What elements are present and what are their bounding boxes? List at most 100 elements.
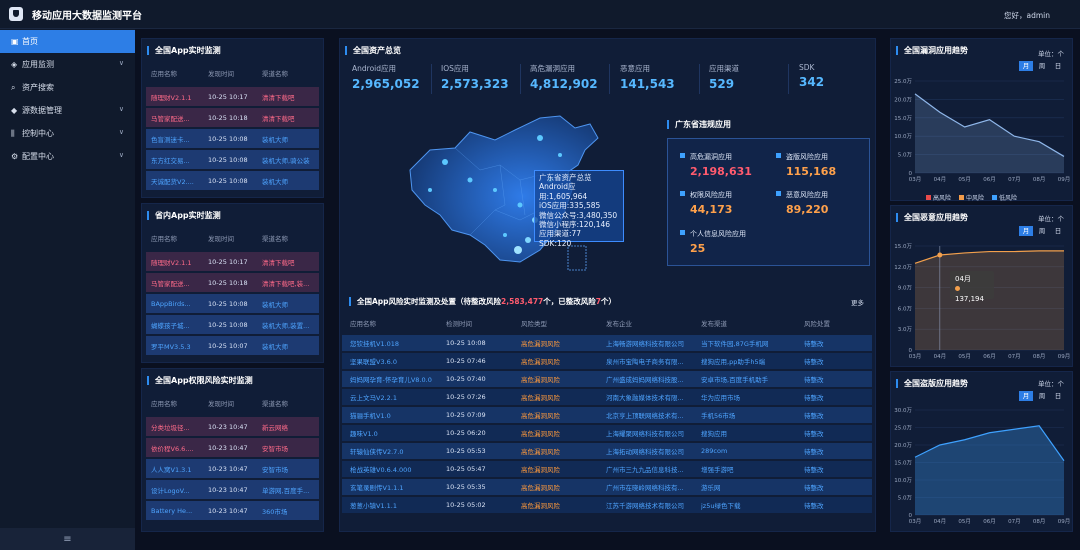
unit-label: 单位：个 bbox=[1038, 50, 1064, 58]
x-tick-label: 09月 bbox=[1058, 353, 1070, 360]
week-button[interactable]: 周 bbox=[1035, 226, 1049, 236]
risk-status[interactable]: 待整改 bbox=[804, 500, 864, 510]
week-button[interactable]: 周 bbox=[1035, 391, 1049, 401]
column-header: 应用名称 bbox=[350, 320, 376, 328]
menu-collapse-icon[interactable]: ≡ bbox=[0, 528, 135, 550]
month-button[interactable]: 月 bbox=[1019, 61, 1033, 71]
risk-status[interactable]: 待整改 bbox=[804, 482, 864, 492]
chevron-down-icon: ∨ bbox=[118, 105, 124, 113]
table-row[interactable]: 天诚配货V2.... 10-25 10:08 装机大师 bbox=[146, 171, 319, 190]
app-name: 设计LogoV... bbox=[151, 486, 190, 495]
sidebar-item-control-center[interactable]: ⫼ 控制中心 ∨ bbox=[0, 122, 135, 145]
day-button[interactable]: 日 bbox=[1051, 391, 1065, 401]
found-time: 10-23 10:47 bbox=[207, 443, 248, 452]
user-greeting[interactable]: 您好，admin bbox=[1004, 10, 1050, 21]
table-row[interactable]: 坚果联盟V3.6.0 10-25 07:46 高危漏洞风险 泉州市宝陶电子商务有限..… bbox=[342, 353, 872, 369]
found-time: 10-23 10:47 bbox=[207, 485, 248, 494]
stat-value: 4,812,902 bbox=[530, 77, 598, 91]
table-row[interactable]: 色盲测迷卡... 10-25 10:08 装机大师 bbox=[146, 129, 319, 148]
table-row[interactable]: 趣味V1.0 10-25 06:20 高危漏洞风险 上海耀聚网络科技有限公司 搜狗应用 待… bbox=[342, 425, 872, 441]
unit-label: 单位：个 bbox=[1038, 380, 1064, 388]
table-row[interactable]: 马管家配送... 10-25 10:18 清清下载吧,装... bbox=[146, 273, 319, 292]
x-tick-label: 03月 bbox=[909, 353, 922, 360]
stat-value: 342 bbox=[799, 75, 825, 89]
risk-status[interactable]: 待整改 bbox=[804, 338, 864, 348]
sidebar-item-source-data[interactable]: ◆ 源数据管理 ∨ bbox=[0, 99, 135, 122]
risk-status[interactable]: 待整改 bbox=[804, 356, 864, 366]
gd-value: 25 bbox=[690, 242, 706, 255]
table-row[interactable]: 随理财V2.1.1 10-25 10:17 清清下载吧 bbox=[146, 87, 319, 106]
database-icon: ◆ bbox=[11, 106, 18, 115]
table-row[interactable]: 人人窝V1.3.1 10-23 10:47 安智市场 bbox=[146, 459, 319, 478]
pirated-trend-chart[interactable]: 05.0万10.0万15.0万20.0万25.0万30.0万03月 04月 05月 0… bbox=[893, 404, 1070, 529]
table-row[interactable]: Battery He... 10-23 10:47 360市场 bbox=[146, 501, 319, 520]
column-header: 风险类型 bbox=[521, 320, 547, 328]
panel-title: 全国App权限风险实时监测 bbox=[147, 376, 253, 385]
publish-channel: 安卓市场,百度手机助手 bbox=[701, 376, 769, 384]
table-row[interactable]: 轩辕仙侠传V2.7.0 10-25 05:53 高危漏洞风险 上海拓动网络科技有限公司… bbox=[342, 443, 872, 459]
gd-pirated: 盗版风险应用 115,168 bbox=[776, 152, 836, 178]
channel-name: 装机大师 bbox=[262, 135, 289, 144]
vuln-trend-chart[interactable]: 05.0万10.0万15.0万20.0万25.0万03月 04月 05月 06月 07月… bbox=[893, 75, 1070, 187]
table-row[interactable]: 东方红交易... 10-25 10:08 装机大师,骑公装 bbox=[146, 150, 319, 169]
app-name: 随理财V2.1.1 bbox=[151, 93, 192, 102]
tooltip-line: iOS应用:335,585 bbox=[539, 201, 601, 211]
table-row[interactable]: 马管家配送... 10-25 10:18 清清下载吧 bbox=[146, 108, 319, 127]
pending-count: 2,583,477 bbox=[501, 297, 544, 306]
table-row[interactable]: 云上文马V2.2.1 10-25 07:26 高危漏洞风险 河南大象融媒体技术有限..… bbox=[342, 389, 872, 405]
table-row[interactable]: 您钦挂机V1.018 10-25 10:08 高危漏洞风险 上海畅游网络科技有限公司 当… bbox=[342, 335, 872, 351]
channel-name: 新云网络 bbox=[262, 423, 289, 432]
table-row[interactable]: 玄笔录剧传V1.1.1 10-25 05:35 高危漏洞风险 广州市在晓岭网络科技有.… bbox=[342, 479, 872, 495]
table-row[interactable]: 依价程V6.6.... 10-23 10:47 安智市场 bbox=[146, 438, 319, 457]
sidebar-item-config-center[interactable]: ⚙ 配置中心 ∨ bbox=[0, 145, 135, 168]
check-time: 10-25 07:46 bbox=[446, 357, 486, 365]
app-name: Battery He... bbox=[151, 506, 193, 515]
found-time: 10-25 10:17 bbox=[207, 257, 248, 266]
channel-name: 装机大师 bbox=[262, 177, 289, 186]
day-button[interactable]: 日 bbox=[1051, 226, 1065, 236]
risk-status[interactable]: 待整改 bbox=[804, 374, 864, 384]
stat-label: Android应用 bbox=[352, 64, 396, 73]
sidebar: ▣ 首页 ◈ 应用监测 ∨ ⌕ 资产搜索 ◆ 源数据管理 ∨ ⫼ 控制中心 ∨ … bbox=[0, 29, 135, 550]
x-tick-label: 08月 bbox=[1033, 353, 1046, 360]
y-tick-label: 6.0万 bbox=[898, 305, 913, 312]
risk-status[interactable]: 待整改 bbox=[804, 410, 864, 420]
month-button[interactable]: 月 bbox=[1019, 391, 1033, 401]
risk-status[interactable]: 待整改 bbox=[804, 446, 864, 456]
cube-icon: ◈ bbox=[11, 60, 18, 69]
risk-status[interactable]: 待整改 bbox=[804, 392, 864, 402]
risk-type: 高危漏洞风险 bbox=[521, 376, 560, 384]
column-header: 发布渠道 bbox=[701, 320, 727, 328]
table-row[interactable]: 设计LogoV... 10-23 10:47 单游网,百度手... bbox=[146, 480, 319, 499]
risk-type: 高危漏洞风险 bbox=[521, 412, 560, 420]
found-time: 10-25 10:08 bbox=[207, 155, 248, 164]
risk-status[interactable]: 待整改 bbox=[804, 464, 864, 474]
table-row[interactable]: 猫骊手机V1.0 10-25 07:09 高危漏洞风险 北京亨上顶联网络技术有... 手… bbox=[342, 407, 872, 423]
day-button[interactable]: 日 bbox=[1051, 61, 1065, 71]
column-header: 应用名称 bbox=[151, 399, 177, 408]
app-title: 移动应用大数据监测平台 bbox=[32, 10, 142, 22]
check-time: 10-25 10:08 bbox=[446, 339, 486, 347]
sidebar-item-asset-search[interactable]: ⌕ 资产搜索 bbox=[0, 76, 135, 99]
week-button[interactable]: 周 bbox=[1035, 61, 1049, 71]
table-row[interactable]: 随理财V2.1.1 10-25 10:17 清清下载吧 bbox=[146, 252, 319, 271]
check-time: 10-25 05:53 bbox=[446, 447, 486, 455]
app-name: 人人窝V1.3.1 bbox=[151, 465, 192, 474]
table-row[interactable]: 妈妈网孕育-怀孕育儿V8.0.0 10-25 07:40 高危漏洞风险 广州盛成妈妈网… bbox=[342, 371, 872, 387]
publisher: 广州盛成妈妈网络科技股... bbox=[606, 376, 684, 384]
legend-label: 高风险 bbox=[933, 195, 952, 202]
table-row[interactable]: 葱葱小镇V1.1.1 10-25 05:02 高危漏洞风险 江苏千游网络技术有限公司 j… bbox=[342, 497, 872, 513]
y-tick-label: 12.0万 bbox=[894, 264, 912, 271]
table-row[interactable]: BAppBirds... 10-25 10:08 装机大师 bbox=[146, 294, 319, 313]
series-area bbox=[915, 425, 1064, 515]
risk-status[interactable]: 待整改 bbox=[804, 428, 864, 438]
sidebar-item-home[interactable]: ▣ 首页 bbox=[0, 30, 135, 53]
table-row[interactable]: 罗平MV3.5.3 10-25 10:07 装机大师 bbox=[146, 336, 319, 355]
gd-value: 89,220 bbox=[786, 203, 829, 216]
month-button[interactable]: 月 bbox=[1019, 226, 1033, 236]
table-row[interactable]: 分类垃圾径... 10-23 10:47 新云网络 bbox=[146, 417, 319, 436]
sidebar-item-app-monitor[interactable]: ◈ 应用监测 ∨ bbox=[0, 53, 135, 76]
table-row[interactable]: 蝴蝶孩子城... 10-25 10:08 装机大师,装置... bbox=[146, 315, 319, 334]
table-row[interactable]: 枪战英雄V0.6.4.000 10-25 05:47 高危漏洞风险 广州市三九九品信息… bbox=[342, 461, 872, 477]
more-link[interactable]: 更多 bbox=[851, 297, 864, 307]
